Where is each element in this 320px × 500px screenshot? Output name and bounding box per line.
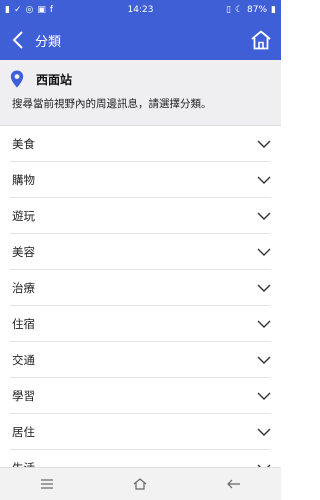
chevron-down-icon [257,176,271,184]
status-bar: ▮ ✓ ◎ ▣ f 14:23 ▯ ☾ 87% ▮ [0,0,281,20]
moon-icon: ☾ [234,4,244,15]
category-label: 學習 [12,388,35,403]
category-item[interactable]: 美食 [10,126,271,162]
wifi-icon: ◎ [25,4,34,15]
category-label: 美容 [12,244,35,259]
facebook-icon: f [49,4,54,15]
location-row: 西面站 [10,70,72,88]
page-title: 分類 [35,34,62,50]
station-name: 西面站 [36,72,73,87]
status-icons-right: ▯ ☾ 87% ▮ [226,5,276,15]
app-bar: 分類 [0,20,281,60]
chevron-down-icon [257,392,271,400]
category-label: 治療 [12,280,35,295]
vibrate-icon: ▯ [226,4,231,15]
location-pin-icon [10,70,24,88]
chevron-down-icon [257,140,271,148]
category-label: 購物 [12,172,35,187]
category-item[interactable]: 美容 [10,234,271,270]
instruction-text: 搜尋當前視野內的周邊訊息，請選擇分類。 [12,98,212,110]
category-item[interactable]: 住宿 [10,306,271,342]
status-icons-left: ▮ ✓ ◎ ▣ f [5,4,54,15]
check-icon: ✓ [13,4,22,15]
category-item[interactable]: 居住 [10,414,271,450]
home-icon [251,30,271,50]
signal-icon: ▮ [5,4,10,15]
chevron-down-icon [257,248,271,256]
back-button[interactable] [3,20,33,60]
chevron-down-icon [257,284,271,292]
category-item[interactable]: 學習 [10,378,271,414]
category-item[interactable]: 治療 [10,270,271,306]
category-item[interactable]: 交通 [10,342,271,378]
home-nav-button[interactable] [110,468,170,500]
chevron-down-icon [257,356,271,364]
category-label: 居住 [12,424,35,439]
chevron-down-icon [257,212,271,220]
chevron-down-icon [257,320,271,328]
location-panel: 西面站 搜尋當前視野內的周邊訊息，請選擇分類。 [0,60,281,126]
battery-icon: ▮ [271,4,276,15]
chevron-left-icon [12,31,23,49]
menu-icon [40,479,53,489]
system-nav-bar [0,467,281,500]
back-nav-button[interactable] [204,468,264,500]
category-item[interactable]: 購物 [10,162,271,198]
category-label: 住宿 [12,316,35,331]
chevron-down-icon [257,428,271,436]
home-button[interactable] [247,26,275,54]
category-label: 美食 [12,136,35,151]
category-item[interactable]: 遊玩 [10,198,271,234]
battery-percent: 87% [247,5,268,15]
category-label: 遊玩 [12,208,35,223]
back-arrow-icon [227,479,241,489]
home-nav-icon [134,478,147,490]
category-label: 交通 [12,352,35,367]
photo-icon: ▣ [37,4,46,15]
menu-button[interactable] [17,468,77,500]
category-list: 美食購物遊玩美容治療住宿交通學習居住生活 [0,126,281,486]
